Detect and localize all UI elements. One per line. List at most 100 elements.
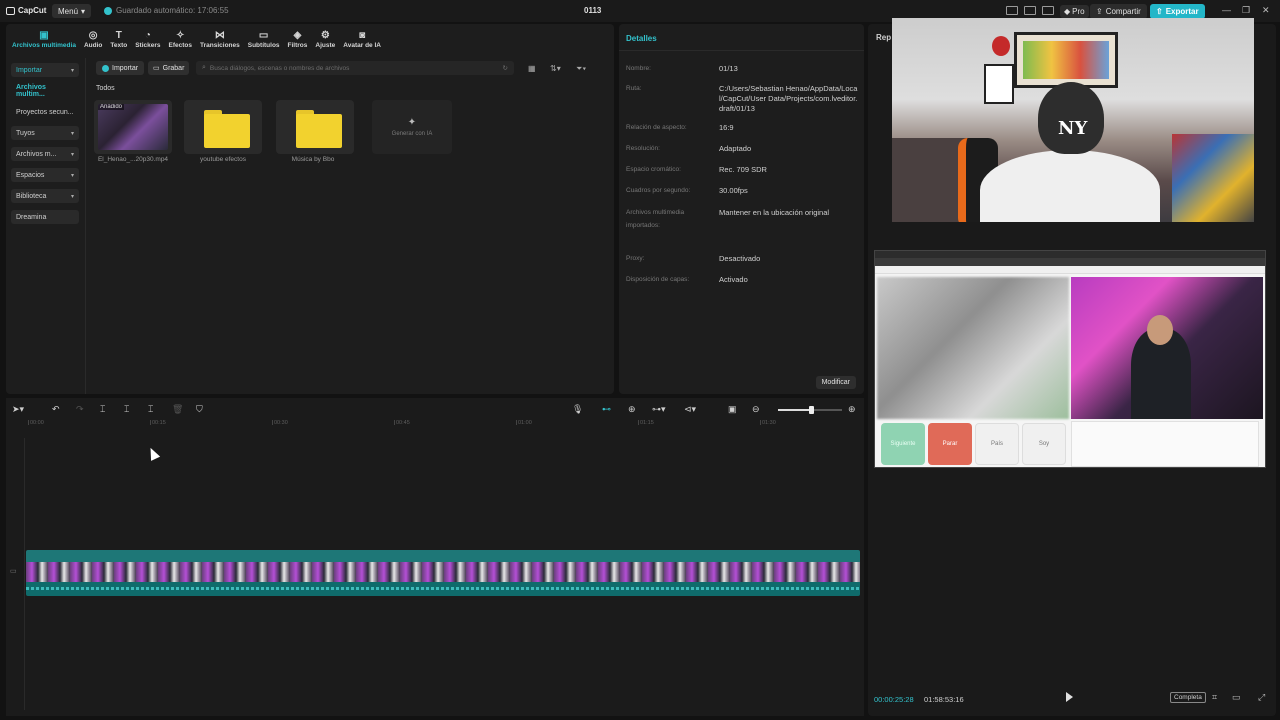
detail-value: Desactivado [719,254,761,263]
video-clip-header[interactable] [26,550,860,562]
detail-label: Proxy: [626,255,645,262]
tick-label: 00:15 [152,420,166,426]
tool-filters[interactable]: ◈ Filtros [284,24,312,52]
zoom-out-icon[interactable]: ⊖ [752,404,760,415]
magnet-icon[interactable]: ⊶▾ [652,404,666,415]
sidebar-item-dreamina[interactable]: Dreamina [11,210,79,224]
redo-icon[interactable]: ↷ [76,404,84,415]
microphone-icon[interactable]: 🎙 [572,404,583,415]
sidebar-item-media-files[interactable]: Archivos m... ▾ [11,147,79,161]
tick-label: 01:00 [518,420,532,426]
shield-icon[interactable]: ⛉ [196,404,203,415]
sidebar-item-subprojects[interactable]: Proyectos secun... [11,105,79,119]
link-icon[interactable]: ⊷ [602,404,611,415]
video-thumbnail: Añadido [98,104,168,150]
zoom-in-icon[interactable]: ⊕ [848,404,856,415]
sidebar-item-yours[interactable]: Tuyos ▾ [11,126,79,140]
detail-label: Cuadros por segundo: [626,187,691,194]
import-button[interactable]: Importar [96,61,145,75]
split-icon[interactable]: ⌶ [100,404,105,415]
undo-icon[interactable]: ↶ [52,404,60,415]
caption-icon[interactable]: ▣ [728,404,737,415]
detail-value: Rec. 709 SDR [719,165,767,174]
zoom-slider[interactable] [778,406,842,414]
record-button[interactable]: ▭ Grabar [148,61,190,75]
tool-effects[interactable]: ✧ Efectos [165,24,196,52]
export-button[interactable]: ⇧ Exportar [1150,4,1205,19]
play-icon[interactable] [1066,692,1073,702]
media-item-video[interactable]: Añadido [94,100,172,154]
full-button[interactable]: Completa [1170,692,1206,703]
minimize-icon[interactable]: — [1222,5,1231,15]
media-item-folder[interactable] [184,100,262,154]
browser-urlbar [875,258,1265,266]
detail-label: Archivos multimedia importados: [626,209,685,229]
filter-icon[interactable]: ⏷▾ [576,64,586,74]
modify-button[interactable]: Modificar [815,376,856,389]
layout-icon[interactable] [1006,6,1018,15]
split-right-icon[interactable]: ⌶ [148,404,153,415]
ratio-icon[interactable]: ▭ [1232,692,1241,703]
close-icon[interactable]: ✕ [1262,5,1270,16]
screen-icon[interactable] [1042,6,1054,15]
zoom-handle[interactable] [809,406,815,414]
share-button[interactable]: ⇪ Compartir [1090,4,1147,19]
share-icon: ⇪ [1096,7,1103,16]
media-name: youtube efectos [200,156,246,163]
sort-icon[interactable]: ⇅▾ [550,64,561,73]
select-tool-icon[interactable]: ➤▾ [12,404,24,415]
spiderman-mask [992,36,1010,56]
sidebar-item-media[interactable]: Archivos multim... [11,84,79,98]
snap-icon[interactable]: ⊲▾ [684,404,696,415]
grid-view-icon[interactable]: ▦ [528,64,536,73]
added-badge: Añadido [98,104,125,110]
menu-button[interactable]: Menú ▾ [52,4,92,18]
webcam-overlay: NY [892,18,1254,222]
sidebar-item-import[interactable]: Importar ▾ [11,63,79,77]
refresh-icon[interactable]: ↻ [503,64,508,72]
fullscreen-icon[interactable]: ⤢ [1258,692,1265,703]
room-toys [1172,134,1254,222]
media-sidebar: Importar ▾ Archivos multim... Proyectos s… [6,58,86,394]
tool-adjust[interactable]: ⚙ Ajuste [311,24,339,52]
time-ruler[interactable]: 00:00 00:15 00:30 00:45 01:00 01:15 01:30 [24,420,864,432]
search-input[interactable]: ⌕ Busca diálogos, escenas o nombres de a… [196,61,514,75]
filter-icon: ◈ [293,30,302,41]
tool-text[interactable]: T Texto [106,24,131,52]
video-clip-thumbnails[interactable] [26,562,860,582]
camera-icon: ▭ [153,65,160,72]
tick-mark [28,420,29,425]
detail-value: Activado [719,275,748,284]
generate-ai-card[interactable]: ✦ Generar con IA [372,100,452,154]
tool-subtitles[interactable]: ▭ Subtítulos [244,24,284,52]
details-title: Detalles [626,34,657,43]
export-label: Exportar [1165,7,1199,16]
menu-label: Menú [58,6,79,16]
shortcuts-icon[interactable] [1024,6,1036,15]
tool-stickers[interactable]: ◔ Stickers [131,24,164,52]
sidebar-item-library[interactable]: Biblioteca ▾ [11,189,79,203]
preview-axis-icon[interactable]: ⊕ [628,404,636,415]
sidebar-item-spaces[interactable]: Espacios ▾ [11,168,79,182]
wall-frame [984,64,1014,104]
tool-transitions[interactable]: ⋈ Transiciones [196,24,244,52]
browser-bookmarks [875,266,1265,274]
tool-media[interactable]: ▣ Archivos multimedia [8,24,80,52]
tool-ai-avatar[interactable]: ◙ Avatar de IA [339,24,385,52]
screenshot-icon[interactable]: ⌗ [1212,692,1217,703]
cloud-save-icon [104,6,112,15]
person-body [980,150,1160,222]
tick-mark [760,420,761,425]
media-item-folder[interactable] [276,100,354,154]
track-icon[interactable]: ▭ [10,567,17,575]
pro-badge[interactable]: ◆ Pro [1060,5,1089,18]
split-left-icon[interactable]: ⌶ [124,404,129,415]
tool-audio[interactable]: ◎ Audio [80,24,106,52]
audio-waveform[interactable] [26,582,860,596]
country-button: País [975,423,1019,465]
detail-label: Resolución: [626,145,660,152]
maximize-icon[interactable]: ❐ [1242,5,1250,16]
capcut-logo-icon [6,6,15,15]
timeline-panel: ➤▾ ↶ ↷ ⌶ ⌶ ⌶ 🗑 ⛉ 🎙 ⊷ ⊕ ⊶▾ ⊲▾ ▣ ⊖ ⊕ 00:00… [6,398,864,716]
delete-icon[interactable]: 🗑 [172,404,183,415]
